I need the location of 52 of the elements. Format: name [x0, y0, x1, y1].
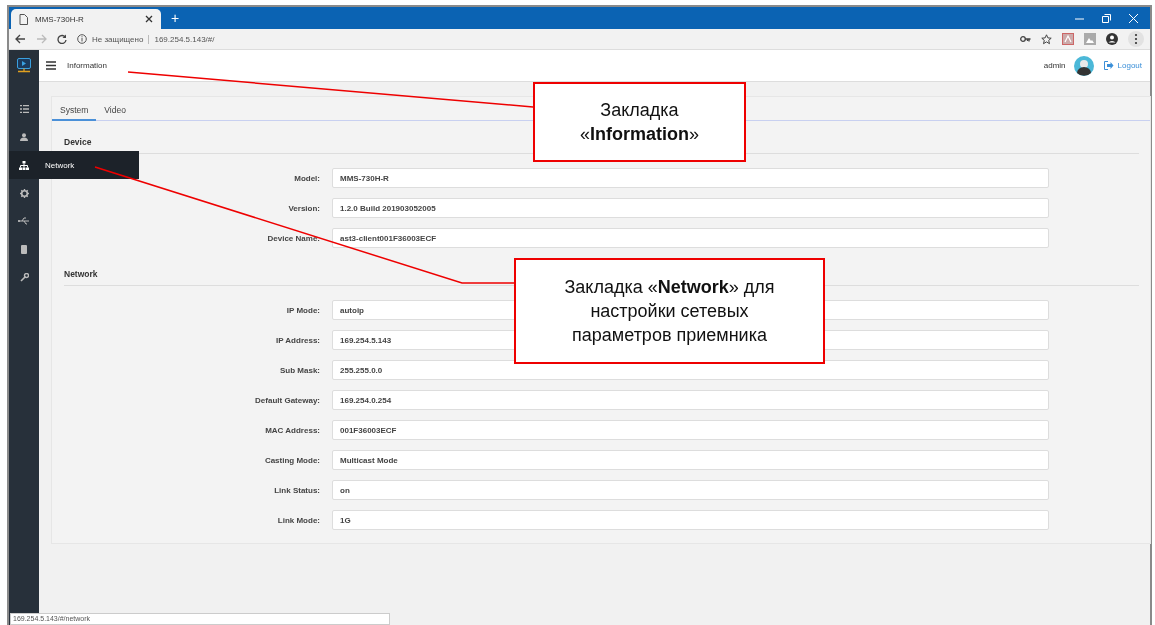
network-icon [19, 160, 29, 170]
input-field[interactable]: ast3-client001F36003ECF [332, 228, 1049, 248]
input-field[interactable]: 1.2.0 Build 201903052005 [332, 198, 1049, 218]
storage-icon [21, 244, 27, 254]
usb-icon [18, 217, 30, 225]
logout-icon [1103, 61, 1114, 70]
field-label: Model: [293, 173, 320, 183]
field-label: Default Gateway: [254, 395, 320, 405]
tab[interactable]: System [52, 105, 97, 121]
input-field[interactable]: 255.255.0.0 [332, 360, 1049, 380]
menu-icon[interactable] [46, 61, 56, 70]
security-label: Не защищено [92, 34, 150, 44]
avatar-icon [1073, 55, 1094, 76]
input-field[interactable]: on [332, 480, 1049, 500]
info-icon [77, 34, 87, 44]
page-title: Information [67, 61, 108, 70]
field-label: IP Address: [275, 335, 320, 345]
star-icon[interactable] [1041, 33, 1052, 45]
logout-link[interactable]: Logout [1103, 61, 1142, 70]
list-icon [19, 105, 29, 113]
input-field[interactable]: 169.254.0.254 [332, 390, 1049, 410]
menu-icon[interactable] [1128, 31, 1144, 47]
gear-icon [19, 188, 29, 198]
field-label: MAC Address: [264, 425, 320, 435]
username: admin [1043, 61, 1066, 70]
input-field[interactable]: 1G [332, 510, 1049, 530]
tab[interactable]: Video [96, 105, 134, 120]
field-label: Casting Mode: [263, 455, 320, 465]
field-label: Sub Mask: [279, 365, 320, 375]
reload-icon[interactable] [57, 34, 67, 44]
sidebar-tooltip: Network [39, 151, 139, 179]
restore-icon[interactable] [1102, 13, 1111, 23]
user-icon [20, 133, 28, 141]
account-icon[interactable] [1106, 33, 1118, 45]
wrench-icon [19, 272, 29, 282]
input-field[interactable]: MMS-730H-R [332, 168, 1049, 188]
field-label: Link Mode: [276, 515, 320, 525]
browser-tab[interactable]: MMS-730H-R [11, 9, 161, 29]
field-label: Link Status: [273, 485, 320, 495]
input-field[interactable]: Multicast Mode [332, 450, 1049, 470]
back-arrow-icon[interactable] [15, 34, 26, 44]
document-icon [19, 13, 28, 25]
pdf-extension-icon[interactable] [1062, 33, 1074, 45]
key-icon[interactable] [1020, 35, 1031, 43]
field-label: Device Name: [266, 233, 320, 243]
url-text: 169.254.5.143/#/ [154, 34, 215, 44]
new-tab-button[interactable]: + [171, 9, 180, 27]
tab-title: MMS-730H-R [35, 14, 85, 24]
field-label: IP Mode: [285, 305, 320, 315]
field-label: Version: [287, 203, 320, 213]
close-icon[interactable] [145, 15, 153, 23]
input-field[interactable]: 001F36003ECF [332, 420, 1049, 440]
